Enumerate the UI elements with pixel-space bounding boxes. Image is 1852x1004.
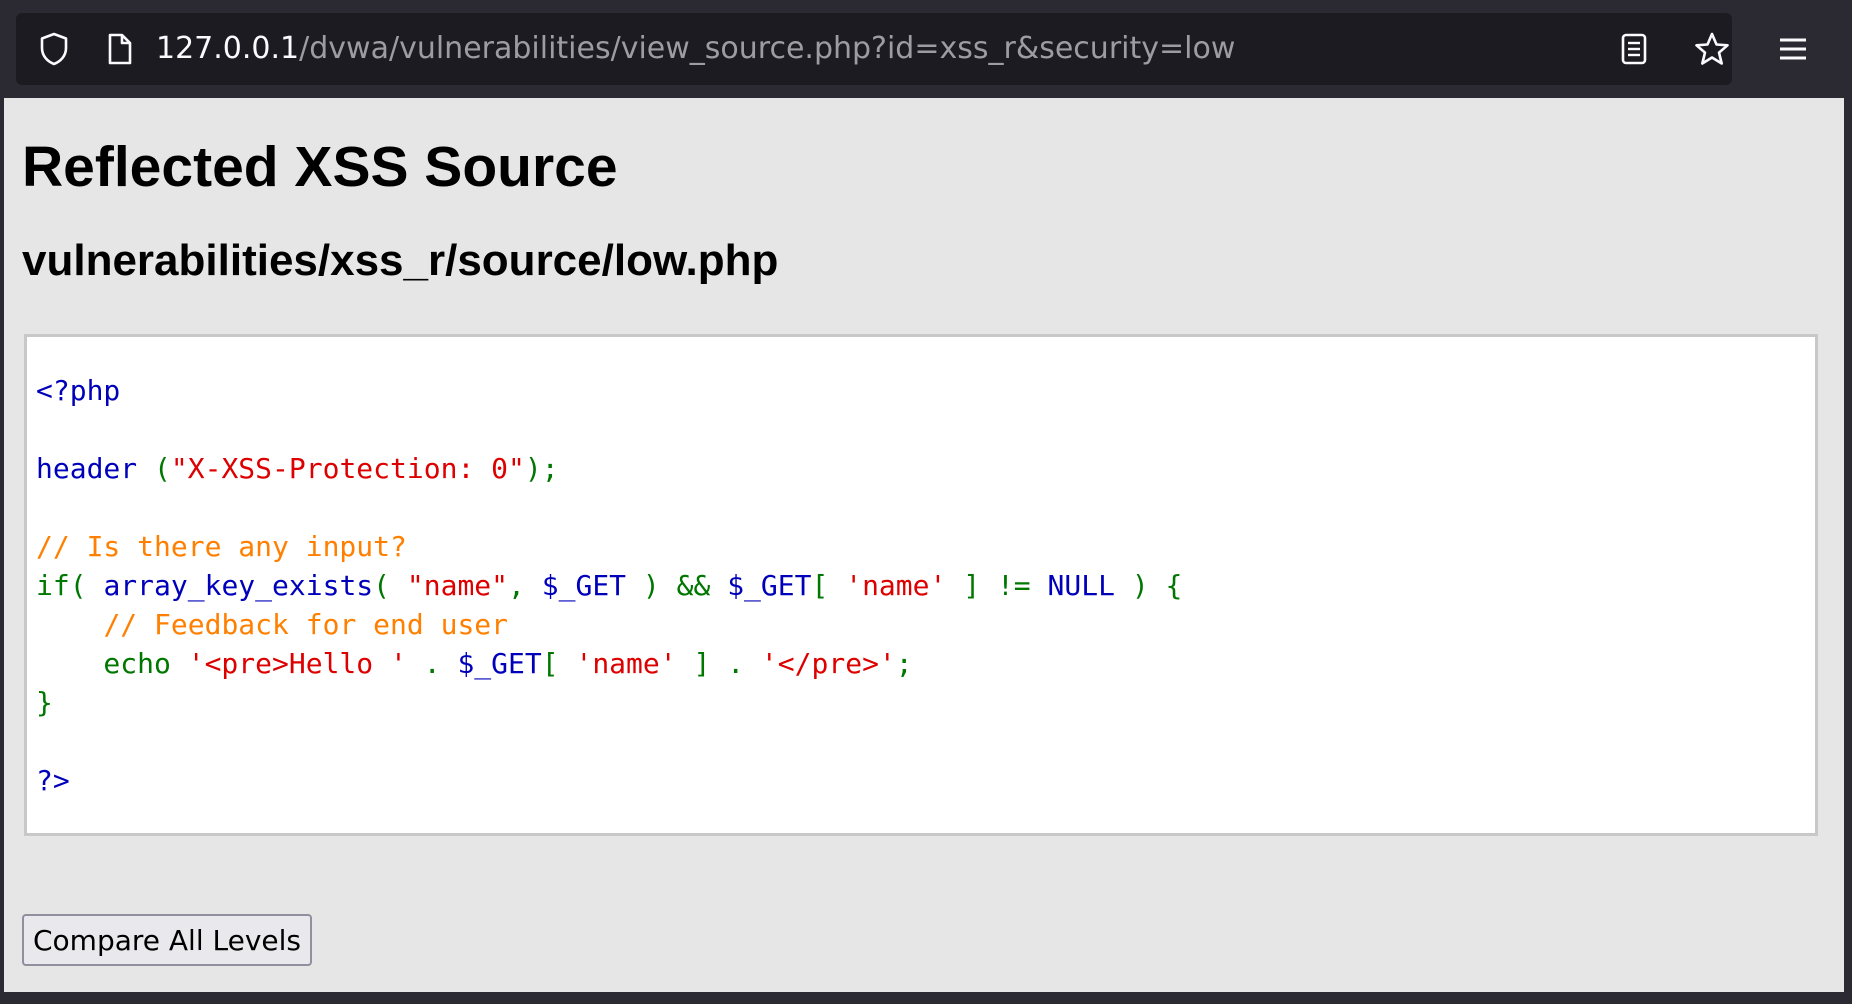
bookmark-star-icon[interactable] (1690, 13, 1734, 85)
code-token: ] . (693, 647, 761, 680)
shield-icon[interactable] (34, 13, 74, 85)
code-token: } (36, 686, 53, 719)
code-token: [ (811, 569, 846, 602)
hamburger-menu-icon[interactable] (1766, 13, 1820, 85)
page-icon (100, 13, 140, 85)
code-token: ( (154, 452, 171, 485)
code-token: ); (524, 452, 559, 485)
code-line: // Is there any input? (36, 527, 1182, 566)
code-token: <?php (36, 374, 121, 407)
code-token: '</pre>' (760, 647, 896, 680)
code-token: echo (36, 647, 188, 680)
code-token: "X-XSS-Protection: 0" (170, 452, 525, 485)
source-code-box: <?php header ("X-XSS-Protection: 0"); //… (24, 334, 1818, 836)
code-line: } (36, 683, 1182, 722)
code-token: array_key_exists (103, 569, 374, 602)
compare-all-levels-button[interactable]: Compare All Levels (22, 914, 312, 966)
code-token: $_GET (457, 647, 542, 680)
source-file-path: vulnerabilities/xss_r/source/low.php (22, 236, 779, 285)
code-token: ) && (642, 569, 728, 602)
code-token: ; (895, 647, 913, 680)
url-path: /dvwa/vulnerabilities/view_source.php?id… (299, 31, 1236, 66)
code-line: // Feedback for end user (36, 605, 1182, 644)
code-token: ] != (963, 569, 1048, 602)
url-host: 127.0.0.1 (156, 31, 300, 66)
code-line: <?php (36, 371, 1182, 410)
code-line: ?> (36, 761, 1182, 800)
code-line: header ("X-XSS-Protection: 0"); (36, 449, 1182, 488)
code-token: ?> (36, 764, 70, 797)
code-token: ( (373, 569, 407, 602)
code-token: // Is there any input? (36, 530, 407, 563)
code-token: ) { (1131, 569, 1183, 602)
code-token: $_GET (541, 569, 643, 602)
code-token: 'name' (575, 647, 694, 680)
code-line: echo '<pre>Hello ' . $_GET[ 'name' ] . '… (36, 644, 1182, 683)
code-token: 'name' (845, 569, 964, 602)
code-line: if( array_key_exists( "name", $_GET ) &&… (36, 566, 1182, 605)
page-title: Reflected XSS Source (22, 135, 618, 199)
address-bar[interactable]: 127.0.0.1/dvwa/vulnerabilities/view_sour… (16, 13, 1732, 85)
code-token: if( (36, 569, 104, 602)
source-code: <?php header ("X-XSS-Protection: 0"); //… (36, 371, 1182, 800)
code-token: , (508, 569, 542, 602)
reader-view-icon[interactable] (1614, 13, 1654, 85)
code-token: [ (541, 647, 576, 680)
code-token: . (423, 647, 458, 680)
page-content: Reflected XSS Source vulnerabilities/xss… (4, 98, 1844, 992)
code-token: $_GET (727, 569, 812, 602)
code-token: "name" (406, 569, 509, 602)
code-token: NULL (1047, 569, 1132, 602)
browser-toolbar: 127.0.0.1/dvwa/vulnerabilities/view_sour… (0, 0, 1852, 98)
url-text[interactable]: 127.0.0.1/dvwa/vulnerabilities/view_sour… (156, 13, 1235, 85)
code-token: header (36, 452, 155, 485)
code-token: // Feedback for end user (103, 608, 509, 641)
code-token: '<pre>Hello ' (187, 647, 424, 680)
